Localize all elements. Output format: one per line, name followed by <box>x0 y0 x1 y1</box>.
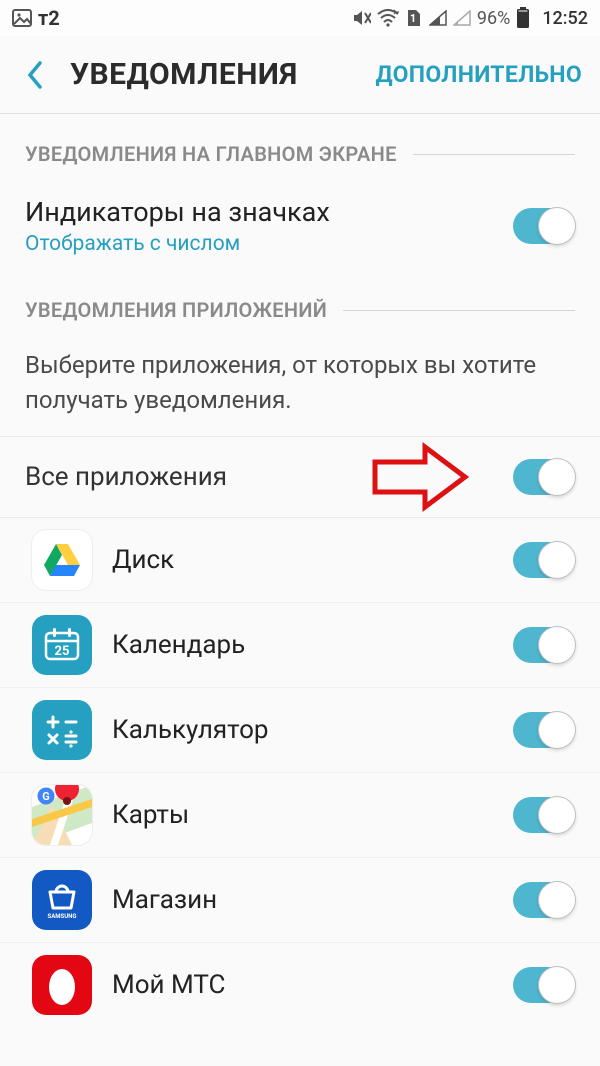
wifi-icon <box>377 9 399 27</box>
app-name: Карты <box>112 800 493 830</box>
app-row-maps[interactable]: G Карты <box>0 773 600 858</box>
all-apps-row[interactable]: Все приложения <box>0 437 600 518</box>
drive-icon <box>32 530 92 590</box>
app-name: Календарь <box>112 630 493 660</box>
app-name: Калькулятор <box>112 715 493 745</box>
app-toggle[interactable] <box>513 882 575 918</box>
chevron-left-icon <box>26 60 44 90</box>
section-header: УВЕДОМЛЕНИЯ ПРИЛОЖЕНИЙ <box>25 298 575 322</box>
app-toggle[interactable] <box>513 967 575 1003</box>
app-name: Магазин <box>112 885 493 915</box>
signal1-icon <box>429 10 447 26</box>
section-app-notifications: УВЕДОМЛЕНИЯ ПРИЛОЖЕНИЙ <box>0 278 600 322</box>
app-toggle[interactable] <box>513 627 575 663</box>
calendar-icon: 25 <box>32 615 92 675</box>
all-apps-label: Все приложения <box>25 462 513 492</box>
mts-icon <box>32 955 92 1015</box>
app-name: Мой МТС <box>112 970 493 1000</box>
picture-icon <box>12 9 32 27</box>
app-row-drive[interactable]: Диск <box>0 518 600 603</box>
svg-text:25: 25 <box>55 644 70 659</box>
app-name: Диск <box>112 545 493 575</box>
app-row-mts[interactable]: Мой МТС <box>0 943 600 1027</box>
mute-icon <box>351 8 371 28</box>
calculator-icon <box>32 700 92 760</box>
app-row-calendar[interactable]: 25 Календарь <box>0 603 600 688</box>
section-lockscreen: УВЕДОМЛЕНИЯ НА ГЛАВНОМ ЭКРАНЕ Индикаторы… <box>0 114 600 278</box>
status-bar: т2 1 96% 12:52 <box>0 0 600 36</box>
section-description: Выберите приложения, от которых вы хотит… <box>0 348 600 436</box>
battery-icon <box>516 7 530 29</box>
apps-list: Все приложения Диск 25 Календарь <box>0 436 600 1027</box>
page-title: УВЕДОМЛЕНИЯ <box>70 57 375 92</box>
setting-badges[interactable]: Индикаторы на значках Отображать с число… <box>25 192 575 278</box>
signal2-icon <box>453 10 471 26</box>
section-header: УВЕДОМЛЕНИЯ НА ГЛАВНОМ ЭКРАНЕ <box>25 142 575 166</box>
toolbar: УВЕДОМЛЕНИЯ ДОПОЛНИТЕЛЬНО <box>0 36 600 114</box>
back-button[interactable] <box>18 58 52 92</box>
all-apps-toggle[interactable] <box>513 459 575 495</box>
sim1-icon: 1 <box>405 8 423 28</box>
app-toggle[interactable] <box>513 797 575 833</box>
clock: 12:52 <box>542 8 588 29</box>
setting-badges-toggle[interactable] <box>513 208 575 244</box>
app-toggle[interactable] <box>513 542 575 578</box>
app-row-store[interactable]: SAMSUNG Магазин <box>0 858 600 943</box>
app-row-calculator[interactable]: Калькулятор <box>0 688 600 773</box>
more-button[interactable]: ДОПОЛНИТЕЛЬНО <box>375 61 582 88</box>
svg-text:SAMSUNG: SAMSUNG <box>48 913 77 920</box>
app-toggle[interactable] <box>513 712 575 748</box>
setting-badges-subtitle: Отображать с числом <box>25 232 330 256</box>
setting-badges-title: Индикаторы на значках <box>25 196 330 228</box>
svg-text:G: G <box>42 790 50 803</box>
battery-percent: 96% <box>477 8 510 29</box>
store-icon: SAMSUNG <box>32 870 92 930</box>
carrier-label: т2 <box>38 6 60 30</box>
maps-icon: G <box>32 785 92 845</box>
